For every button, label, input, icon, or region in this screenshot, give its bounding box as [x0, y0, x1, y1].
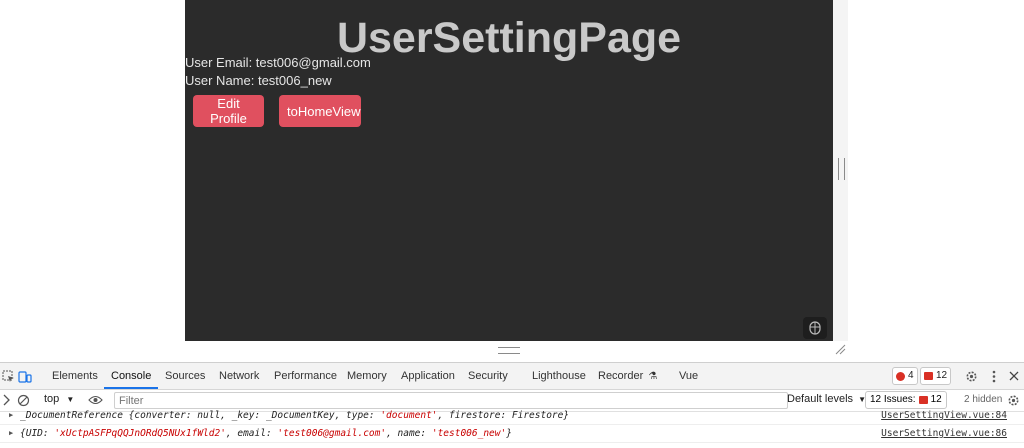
tab-lighthouse[interactable]: Lighthouse: [532, 363, 586, 389]
context-value: top: [44, 393, 60, 405]
default-levels-dropdown[interactable]: Default levels ▼: [787, 393, 866, 405]
tab-performance[interactable]: Performance: [274, 363, 337, 389]
error-count: 4: [908, 370, 914, 381]
tab-vue[interactable]: Vue: [679, 363, 698, 389]
bottom-resize-handle-icon[interactable]: [498, 347, 520, 354]
context-select[interactable]: top ▼: [44, 393, 74, 405]
side-resize-handle-icon[interactable]: [838, 158, 845, 180]
error-count-badge[interactable]: 4: [892, 367, 918, 385]
device-toolbar-icon[interactable]: [17, 368, 33, 384]
log-message: _DocumentReference {converter: null, _ke…: [20, 410, 570, 421]
tab-application[interactable]: Application: [401, 363, 455, 389]
console-log-row[interactable]: ▶ _DocumentReference {converter: null, _…: [0, 407, 1024, 425]
console-settings-gear-icon[interactable]: [1005, 392, 1021, 408]
issues-icon: [918, 396, 928, 404]
log-message: {UID: 'xUctpASFPqQQJnORdQ5NUx1fWld2', em…: [20, 428, 512, 439]
devtools-tabbar: Elements Console Sources Network Perform…: [0, 363, 1024, 390]
tab-elements[interactable]: Elements: [52, 363, 98, 389]
error-icon: [896, 371, 905, 381]
clear-console-icon[interactable]: [15, 392, 31, 408]
console-sidebar-icon[interactable]: [0, 392, 16, 408]
tab-console[interactable]: Console: [104, 363, 159, 389]
issue-icon: [924, 372, 933, 380]
user-email-text: User Email: test006@gmail.com: [185, 55, 371, 70]
log-source-link[interactable]: UserSettingView.vue:86: [881, 425, 1007, 442]
settings-gear-icon[interactable]: [963, 368, 979, 384]
log-source-link[interactable]: UserSettingView.vue:84: [881, 407, 1007, 424]
devtools-panel: Elements Console Sources Network Perform…: [0, 362, 1024, 448]
expand-arrow-icon[interactable]: ▶: [9, 407, 13, 424]
issue-count-badge[interactable]: 12: [920, 367, 952, 385]
tab-recorder[interactable]: Recorder ⚗: [598, 363, 657, 389]
console-log-row[interactable]: ▶ {UID: 'xUctpASFPqQQJnORdQ5NUx1fWld2', …: [0, 425, 1024, 443]
tab-sources[interactable]: Sources: [165, 363, 205, 389]
flask-icon: ⚗: [648, 371, 658, 382]
inspect-element-icon[interactable]: [0, 368, 16, 384]
issues-label: 12 Issues:: [870, 394, 916, 405]
hidden-messages-count: 2 hidden: [964, 394, 1003, 405]
tab-memory[interactable]: Memory: [347, 363, 387, 389]
tab-security[interactable]: Security: [468, 363, 508, 389]
edit-profile-button[interactable]: Edit Profile: [193, 95, 264, 127]
live-expression-eye-icon[interactable]: [87, 392, 103, 408]
levels-label: Default levels: [787, 393, 854, 405]
vue-devtools-icon[interactable]: [803, 317, 827, 339]
app-frame: UserSettingPage User Email: test006@gmai…: [185, 0, 833, 341]
expand-arrow-icon[interactable]: ▶: [9, 425, 13, 442]
issue-count: 12: [936, 370, 948, 381]
more-options-icon[interactable]: [986, 368, 1002, 384]
resize-corner-icon[interactable]: [834, 342, 846, 360]
issues-badge-count: 12: [930, 394, 942, 405]
to-home-view-button[interactable]: toHomeView: [279, 95, 361, 127]
user-name-text: User Name: test006_new: [185, 73, 332, 88]
close-icon[interactable]: [1006, 368, 1022, 384]
tab-network[interactable]: Network: [219, 363, 259, 389]
tab-recorder-label: Recorder: [598, 370, 644, 382]
dropdown-arrow-icon: ▼: [66, 395, 75, 404]
